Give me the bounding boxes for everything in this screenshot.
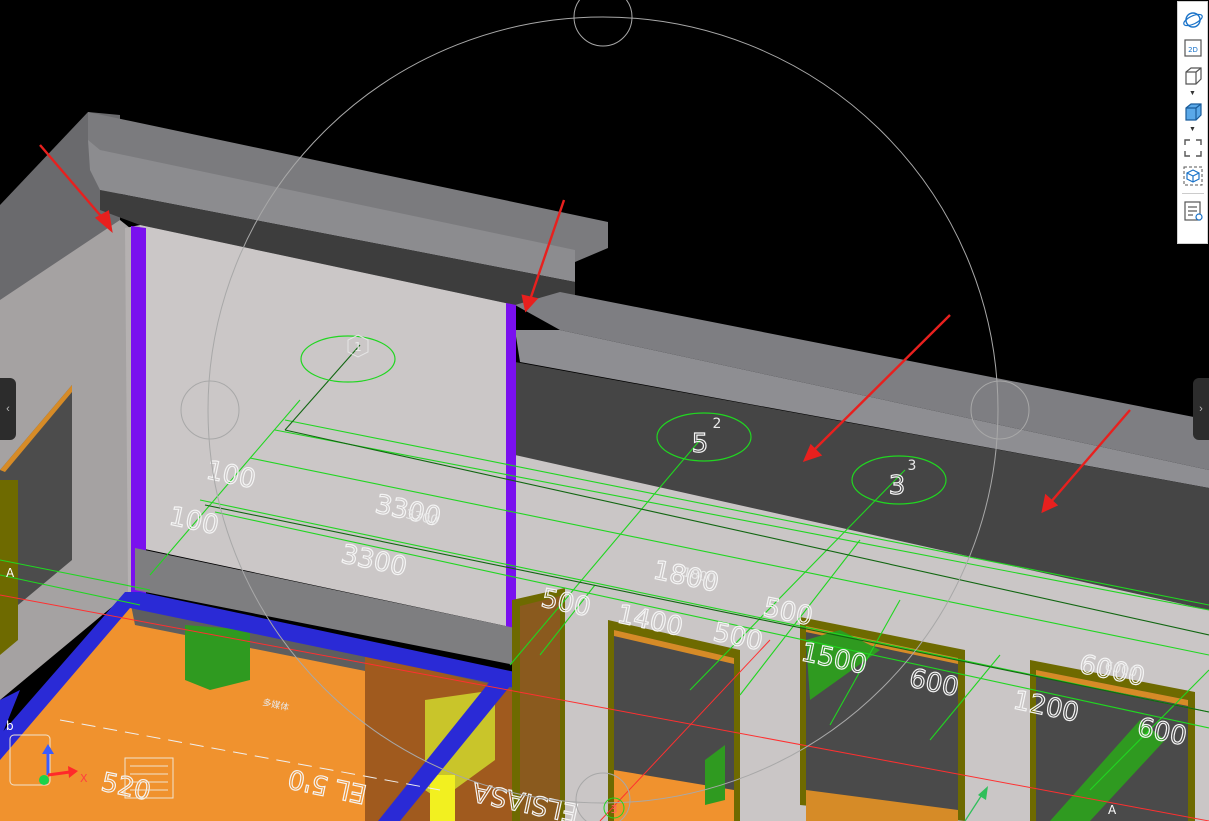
2d-view-icon: 2D [1183,39,1202,57]
2d-view-button[interactable]: 2D [1181,36,1205,60]
green-beam-1 [185,625,250,690]
grid-bubble-3-big: 3 [889,471,906,501]
axis-marker-a-left: A [6,566,15,580]
bim-3d-viewport[interactable]: 1 5 2 3 3 100 100 3300 3300 3300 1800 18… [0,0,1209,821]
grid-bubble-3-label: 3 [908,458,917,474]
orbit-handle-top [573,0,633,47]
section-box-button[interactable] [1181,164,1205,188]
orbit-icon [1182,12,1203,28]
solid-cube-icon [1184,103,1202,121]
grid-bubble-2-big: 5 [692,429,709,459]
wireframe-view-button[interactable] [1181,64,1205,88]
section-box-icon [1183,166,1202,186]
right-panel-toggle[interactable]: › [1193,378,1209,440]
wireframe-cube-icon [1184,67,1202,85]
fullscreen-button[interactable] [1181,136,1205,160]
view-toolbar: 2D ▼ ▼ [1177,1,1208,244]
solid-view-caret[interactable]: ▼ [1181,126,1205,134]
left-panel-toggle[interactable]: ‹ [0,378,16,440]
fullscreen-icon [1183,139,1202,157]
properties-list-icon [1183,201,1203,221]
svg-text:2D: 2D [1188,46,1198,54]
grid-bubble-1-label: 1 [354,340,362,354]
orbit-button[interactable] [1181,8,1205,32]
axis-marker-a-right: A [1108,803,1117,817]
wireframe-view-caret[interactable]: ▼ [1181,90,1205,98]
grid-bubble-2-label: 2 [713,416,722,432]
gizmo-x-label: X [80,772,88,785]
toolbar-divider [1181,193,1204,194]
solid-view-button[interactable] [1181,100,1205,124]
column-left [131,226,146,598]
orbit-bubble-bottom-label: 3 [611,803,618,816]
axis-marker-b-left: b [6,719,14,733]
properties-button[interactable] [1181,199,1205,223]
